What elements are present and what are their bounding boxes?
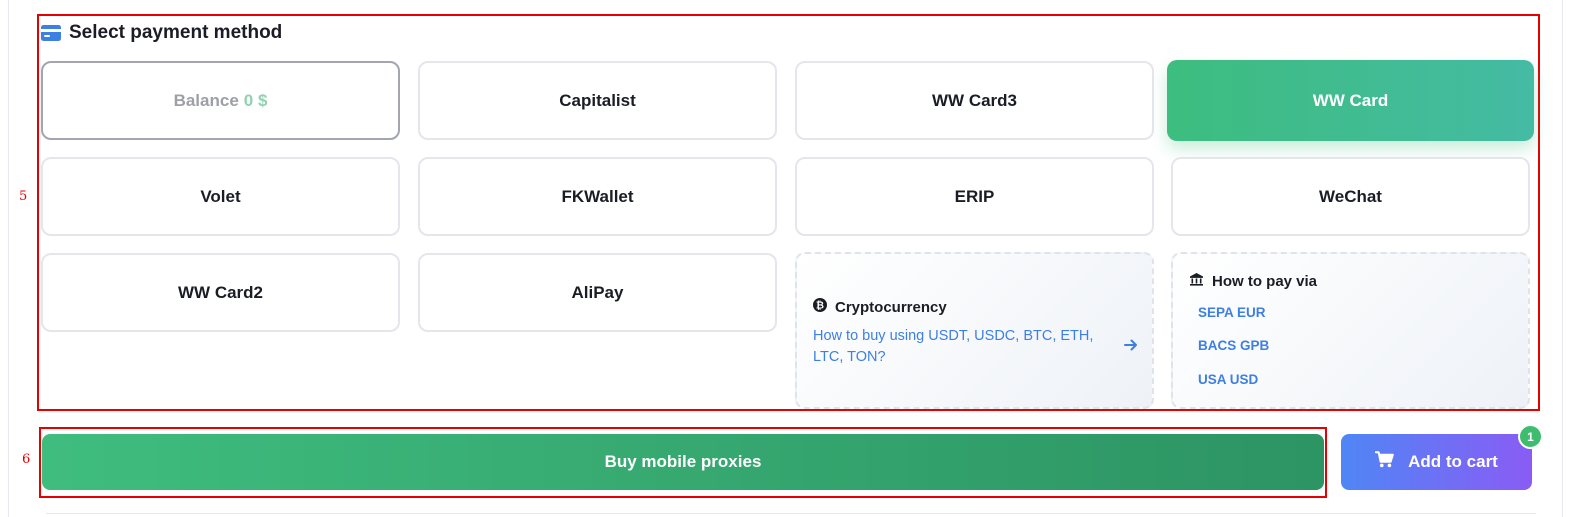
section-title-text: Select payment method — [69, 22, 283, 43]
how-to-pay-link-usa[interactable]: USA USD — [1198, 372, 1258, 387]
payment-method-alipay[interactable]: AliPay — [418, 253, 777, 332]
how-to-pay-link-sepa[interactable]: SEPA EUR — [1198, 305, 1266, 320]
buy-mobile-proxies-button[interactable]: Buy mobile proxies — [42, 434, 1324, 490]
payment-page: 5 6 Select payment method Balance 0 $ Ca… — [0, 0, 1575, 517]
how-to-pay-link-bacs[interactable]: BACS GPB — [1198, 338, 1269, 353]
payment-method-volet[interactable]: Volet — [41, 157, 400, 236]
payment-method-wwcard2[interactable]: WW Card2 — [41, 253, 400, 332]
crypto-guide-link[interactable]: How to buy using USDT, USDC, BTC, ETH, L… — [813, 326, 1123, 368]
svg-text:₿: ₿ — [816, 300, 824, 312]
balance-label: Balance — [173, 90, 239, 110]
payment-method-wwcard[interactable]: WW Card — [1167, 60, 1534, 141]
crypto-heading: ₿ Cryptocurrency — [813, 298, 947, 316]
annotation-label-payment: 5 — [19, 189, 28, 204]
section-title: Select payment method — [41, 21, 282, 45]
credit-card-icon — [41, 25, 61, 41]
annotation-label-buy: 6 — [22, 452, 31, 467]
shopping-cart-icon — [1374, 451, 1394, 473]
how-to-pay-card: How to pay via SEPA EUR BACS GPB USA USD — [1171, 252, 1530, 409]
buy-button-label: Buy mobile proxies — [604, 452, 762, 471]
payment-method-fkwallet[interactable]: FKWallet — [418, 157, 777, 236]
right-divider — [1562, 0, 1563, 517]
payment-method-capitalist[interactable]: Capitalist — [418, 61, 777, 140]
add-to-cart-button[interactable]: Add to cart — [1341, 434, 1532, 490]
arrow-right-icon[interactable] — [1123, 338, 1139, 352]
bank-icon — [1189, 272, 1204, 290]
balance-amount: 0 $ — [243, 90, 268, 110]
how-to-pay-heading: How to pay via — [1189, 272, 1317, 290]
payment-method-wwcard3[interactable]: WW Card3 — [795, 61, 1154, 140]
cart-count-badge: 1 — [1518, 424, 1543, 449]
payment-method-erip[interactable]: ERIP — [795, 157, 1154, 236]
payment-method-balance[interactable]: Balance 0 $ — [41, 61, 400, 140]
how-to-pay-title: How to pay via — [1212, 272, 1318, 290]
add-to-cart-label: Add to cart — [1408, 452, 1498, 471]
crypto-info-card: ₿ Cryptocurrency How to buy using USDT, … — [795, 252, 1154, 409]
bottom-divider — [46, 513, 1536, 514]
crypto-title: Cryptocurrency — [835, 298, 947, 316]
bitcoin-icon: ₿ — [813, 298, 827, 316]
left-divider — [8, 0, 9, 517]
payment-method-wechat[interactable]: WeChat — [1171, 157, 1530, 236]
